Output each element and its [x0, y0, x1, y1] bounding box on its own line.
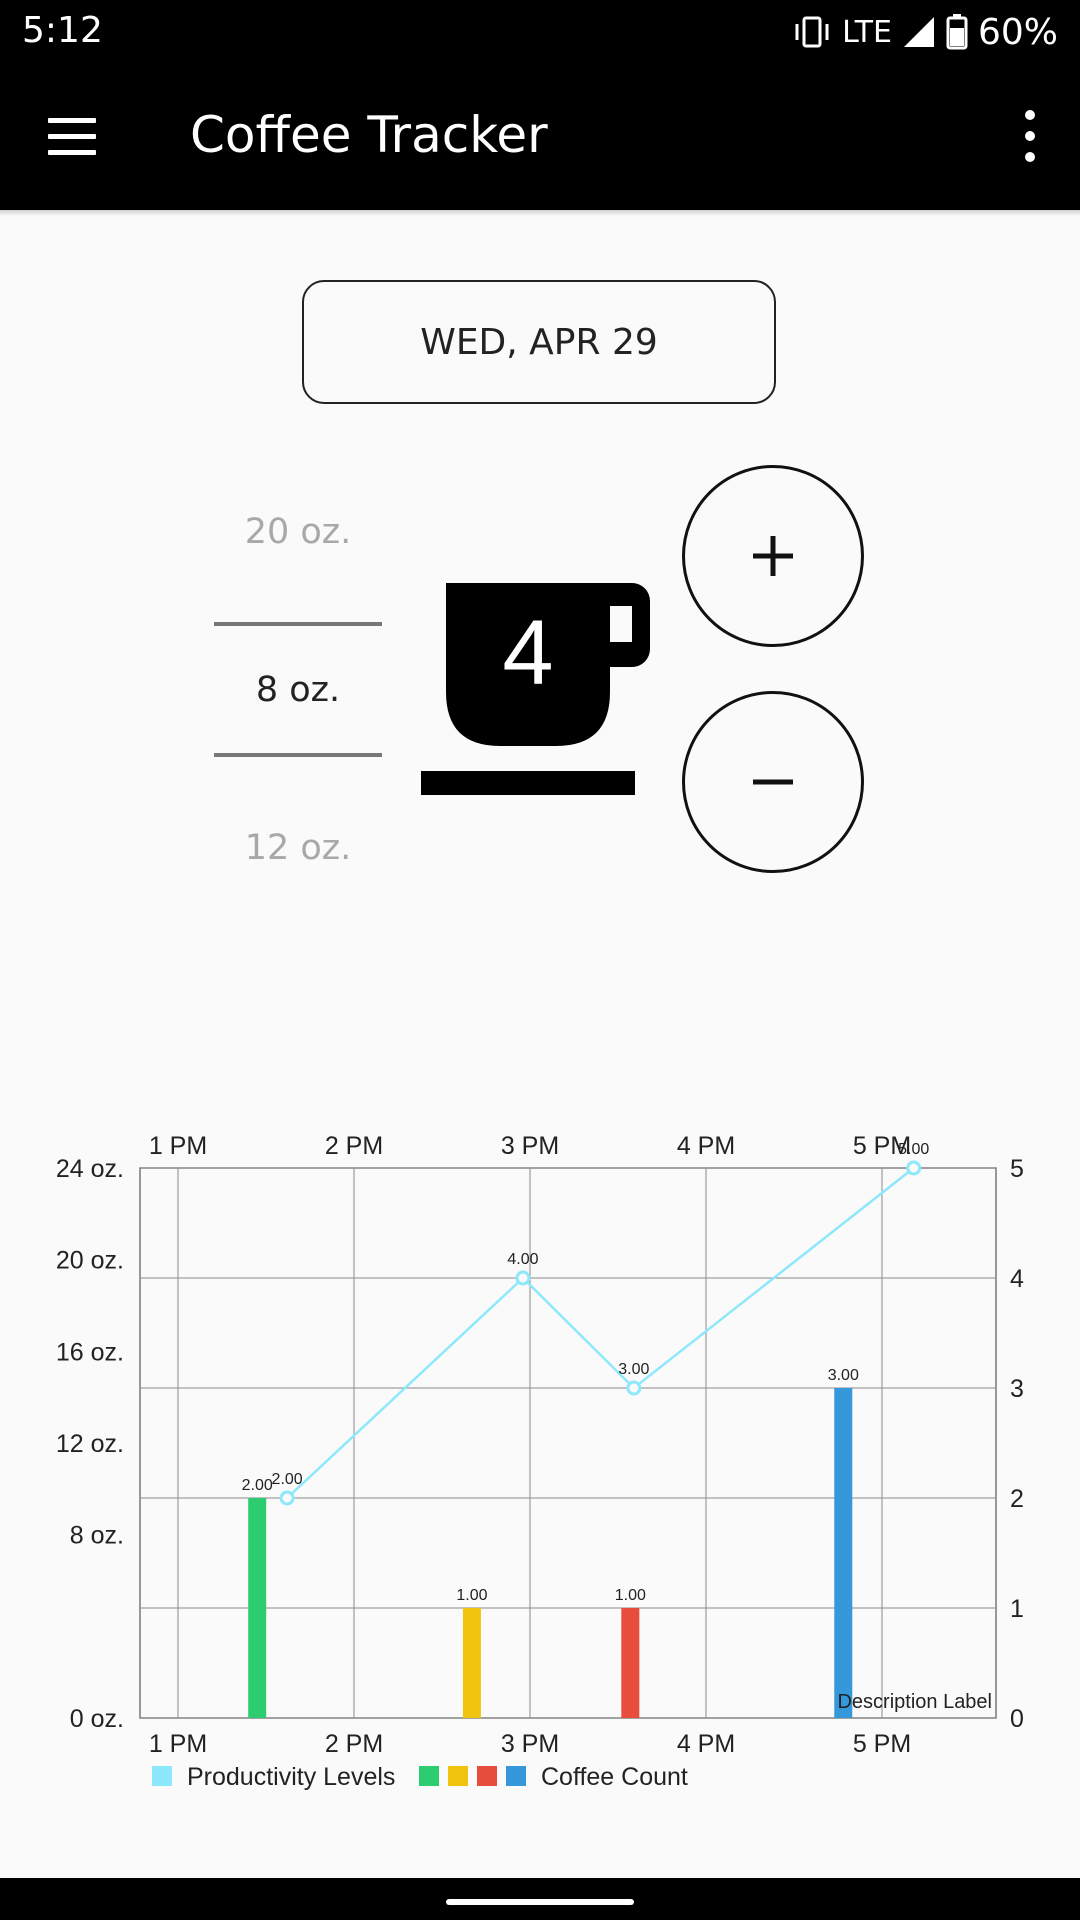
line-value-label: 2.00 [272, 1471, 303, 1488]
x-axis-bottom-tick-label: 1 PM [149, 1730, 207, 1758]
chart-description-label: Description Label [837, 1691, 992, 1713]
right-axis-tick-label: 5 [1010, 1155, 1024, 1183]
legend-swatch [477, 1766, 497, 1786]
x-axis-bottom-tick-label: 4 PM [677, 1730, 735, 1758]
legend-label: Productivity Levels [187, 1763, 395, 1791]
line-value-label: 5.00 [898, 1141, 929, 1158]
bar-value-label: 3.00 [828, 1367, 859, 1384]
coffee-cup-icon: 4 [420, 580, 660, 800]
productivity-point [626, 1380, 642, 1396]
bar-value-label: 1.00 [615, 1587, 646, 1604]
app-bar: Coffee Tracker [0, 64, 1080, 210]
minus-icon [753, 779, 793, 785]
cup-count: 4 [502, 602, 554, 704]
right-axis-tick-label: 1 [1010, 1595, 1024, 1623]
productivity-point [515, 1270, 531, 1286]
legend-swatch [448, 1766, 468, 1786]
coffee-count-bar [621, 1608, 640, 1718]
picker-divider-bottom [214, 753, 382, 757]
legend-swatch [152, 1766, 172, 1786]
x-axis-bottom-tick-label: 2 PM [325, 1730, 383, 1758]
x-axis-top-tick-label: 2 PM [325, 1132, 383, 1160]
coffee-count-bar [248, 1498, 267, 1718]
increment-button[interactable] [682, 465, 864, 647]
app-title: Coffee Tracker [190, 106, 548, 164]
productivity-point [279, 1490, 295, 1506]
signal-icon [903, 17, 934, 47]
left-axis-tick-label: 16 oz. [56, 1338, 124, 1366]
coffee-count-bar [462, 1608, 481, 1718]
size-option-next[interactable]: 12 oz. [214, 828, 382, 868]
status-bar: 5:12 LTE 60% [0, 0, 1080, 64]
x-axis-bottom-tick-label: 3 PM [501, 1730, 559, 1758]
x-axis-bottom-tick-label: 5 PM [853, 1730, 911, 1758]
network-type: LTE [842, 14, 892, 50]
right-axis-tick-label: 0 [1010, 1705, 1024, 1733]
left-axis-tick-label: 12 oz. [56, 1430, 124, 1458]
line-value-label: 4.00 [507, 1251, 538, 1268]
home-gesture-handle[interactable] [446, 1899, 634, 1905]
status-icons: LTE 60% [792, 10, 1058, 54]
line-value-label: 3.00 [618, 1361, 649, 1378]
productivity-line [286, 1167, 915, 1499]
bar-value-label: 2.00 [242, 1477, 273, 1494]
app-bar-shadow [0, 210, 1080, 216]
plot-area [139, 1167, 997, 1719]
bar-value-label: 1.00 [456, 1587, 487, 1604]
x-axis-top-tick-label: 4 PM [677, 1132, 735, 1160]
vibrate-icon [795, 16, 829, 48]
coffee-chart: 24 oz. 20 oz. 16 oz. 12 oz. 8 oz. 0 oz. 5 4 3 2 1 0… [56, 1132, 1024, 1791]
status-time: 5:12 [22, 10, 103, 51]
left-axis-tick-label: 8 oz. [70, 1522, 124, 1550]
hamburger-menu-icon[interactable] [40, 112, 106, 162]
legend-swatch [506, 1766, 526, 1786]
more-vert-icon[interactable] [1010, 106, 1050, 166]
date-button[interactable]: WED, APR 29 [302, 280, 776, 404]
left-axis-tick-label: 20 oz. [56, 1247, 124, 1275]
battery-level: 60% [977, 11, 1058, 53]
legend-label: Coffee Count [541, 1763, 688, 1791]
size-option-prev[interactable]: 20 oz. [214, 512, 382, 552]
decrement-button[interactable] [682, 691, 864, 873]
x-axis-top-tick-label: 1 PM [149, 1132, 207, 1160]
right-axis-tick-label: 2 [1010, 1485, 1024, 1513]
productivity-point [906, 1160, 922, 1176]
x-axis-top-tick-label: 3 PM [501, 1132, 559, 1160]
right-axis-tick-label: 3 [1010, 1375, 1024, 1403]
plus-icon [753, 536, 793, 576]
picker-divider-top [214, 622, 382, 626]
size-option-selected[interactable]: 8 oz. [214, 670, 382, 710]
left-axis-tick-label: 0 oz. [70, 1705, 124, 1733]
battery-icon [946, 14, 968, 50]
legend-swatch [419, 1766, 439, 1786]
right-axis-tick-label: 4 [1010, 1265, 1024, 1293]
coffee-count-bar [834, 1388, 853, 1718]
left-axis-tick-label: 24 oz. [56, 1155, 124, 1183]
